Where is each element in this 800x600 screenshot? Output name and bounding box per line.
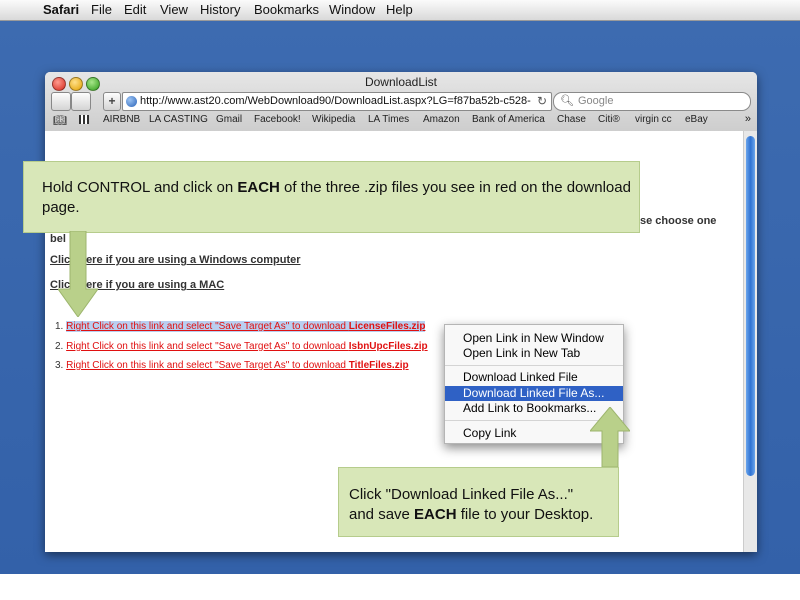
callout-bottom-text: Click "Download Linked File As..." and s… — [349, 485, 614, 525]
bookmark-gmail[interactable]: Gmail — [216, 114, 242, 125]
menu-separator — [445, 365, 623, 366]
download-link-licensefiles[interactable]: Right Click on this link and select "Sav… — [66, 321, 426, 332]
callout-top-text-part: Hold CONTROL and click on — [42, 179, 238, 196]
list-number: 3. — [55, 360, 64, 371]
menu-file[interactable]: File — [91, 2, 112, 17]
page-instruction-fragment: se choose one — [640, 215, 717, 227]
download-link-isbnupcfiles[interactable]: Right Click on this link and select "Sav… — [66, 341, 428, 352]
download-link-text: Right Click on this link and select "Sav… — [66, 321, 349, 332]
menu-item-download-linked-file[interactable]: Download Linked File — [445, 370, 623, 385]
bookmark-la-casting[interactable]: LA CASTING — [149, 114, 208, 125]
search-field[interactable]: 🔍︎ Google — [553, 92, 751, 111]
download-item-1: 1. Right Click on this link and select "… — [55, 321, 426, 332]
scrollbar-thumb[interactable] — [746, 136, 755, 476]
vertical-scrollbar[interactable] — [743, 131, 757, 552]
download-item-3: 3. Right Click on this link and select "… — [55, 360, 409, 371]
download-link-titlefiles[interactable]: Right Click on this link and select "Sav… — [66, 360, 408, 371]
list-number: 1. — [55, 321, 64, 332]
callout-bottom-text-part: and save — [349, 506, 415, 523]
window-title: DownloadList — [364, 75, 438, 89]
menu-item-download-linked-file-as[interactable]: Download Linked File As... — [445, 386, 623, 401]
menu-app-safari[interactable]: Safari — [43, 2, 79, 17]
back-button[interactable] — [51, 92, 71, 111]
download-filename: IsbnUpcFiles.zip — [348, 341, 428, 352]
bookmark-la-times[interactable]: LA Times — [368, 114, 409, 125]
menu-bookmarks[interactable]: Bookmarks — [254, 2, 319, 17]
menu-help[interactable]: Help — [386, 2, 413, 17]
bookmark-virgin-cc[interactable]: virgin cc — [635, 114, 672, 125]
download-link-text: Right Click on this link and select "Sav… — [66, 341, 349, 352]
menu-window[interactable]: Window — [329, 2, 375, 17]
menu-history[interactable]: History — [200, 2, 240, 17]
callout-top-text: Hold CONTROL and click on EACH of the th… — [42, 178, 632, 218]
address-bar[interactable]: http://www.ast20.com/WebDownload90/Downl… — [122, 92, 552, 111]
search-placeholder: Google — [578, 95, 614, 107]
callout-bottom-line-1: Click "Download Linked File As..." — [349, 486, 574, 503]
callout-bottom-text-part: file to your Desktop. — [456, 506, 594, 523]
download-filename: TitleFiles.zip — [348, 360, 409, 371]
reload-icon[interactable]: ↻ — [537, 94, 547, 108]
url-text: http://www.ast20.com/WebDownload90/Downl… — [140, 95, 531, 107]
download-item-2: 2. Right Click on this link and select "… — [55, 341, 428, 352]
download-filename: LicenseFiles.zip — [348, 321, 426, 332]
download-link-text: Right Click on this link and select "Sav… — [66, 360, 349, 371]
bookmark-airbnb[interactable]: AIRBNB — [103, 114, 140, 125]
callout-bottom-line-2: and save EACH file to your Desktop. — [349, 505, 614, 525]
globe-icon — [126, 96, 137, 107]
callout-bottom-emphasis: EACH — [414, 506, 457, 523]
forward-button[interactable] — [71, 92, 91, 111]
bookmark-bank-of-america[interactable]: Bank of America — [472, 114, 545, 125]
bookmark-citi[interactable]: Citi® — [598, 114, 620, 125]
bookmarks-bar: 📖︎ AIRBNB LA CASTING Gmail Facebook! Wik… — [45, 113, 757, 129]
instruction-callout-top: Hold CONTROL and click on EACH of the th… — [23, 161, 640, 233]
menu-view[interactable]: View — [160, 2, 188, 17]
bookmark-chase[interactable]: Chase — [557, 114, 586, 125]
bookmarks-overflow-icon[interactable]: » — [745, 113, 751, 125]
down-arrow-icon — [58, 231, 98, 317]
menu-bar: Safari File Edit View History Bookmarks … — [0, 0, 800, 21]
instruction-callout-bottom: Click "Download Linked File As..." and s… — [338, 467, 619, 537]
bookmark-facebook[interactable]: Facebook! — [254, 114, 301, 125]
menu-item-open-new-tab[interactable]: Open Link in New Tab — [445, 346, 623, 361]
up-arrow-icon — [590, 407, 630, 467]
top-sites-grid-icon[interactable] — [79, 115, 89, 124]
bookmark-ebay[interactable]: eBay — [685, 114, 708, 125]
list-number: 2. — [55, 341, 64, 352]
bookmark-amazon[interactable]: Amazon — [423, 114, 460, 125]
search-icon: 🔍︎ — [560, 95, 574, 107]
add-bookmark-button[interactable]: + — [103, 92, 121, 111]
callout-top-emphasis: EACH — [237, 179, 280, 196]
bookmarks-book-icon[interactable]: 📖︎ — [53, 114, 67, 127]
menu-item-open-new-window[interactable]: Open Link in New Window — [445, 331, 623, 346]
bookmark-wikipedia[interactable]: Wikipedia — [312, 114, 355, 125]
menu-edit[interactable]: Edit — [124, 2, 146, 17]
